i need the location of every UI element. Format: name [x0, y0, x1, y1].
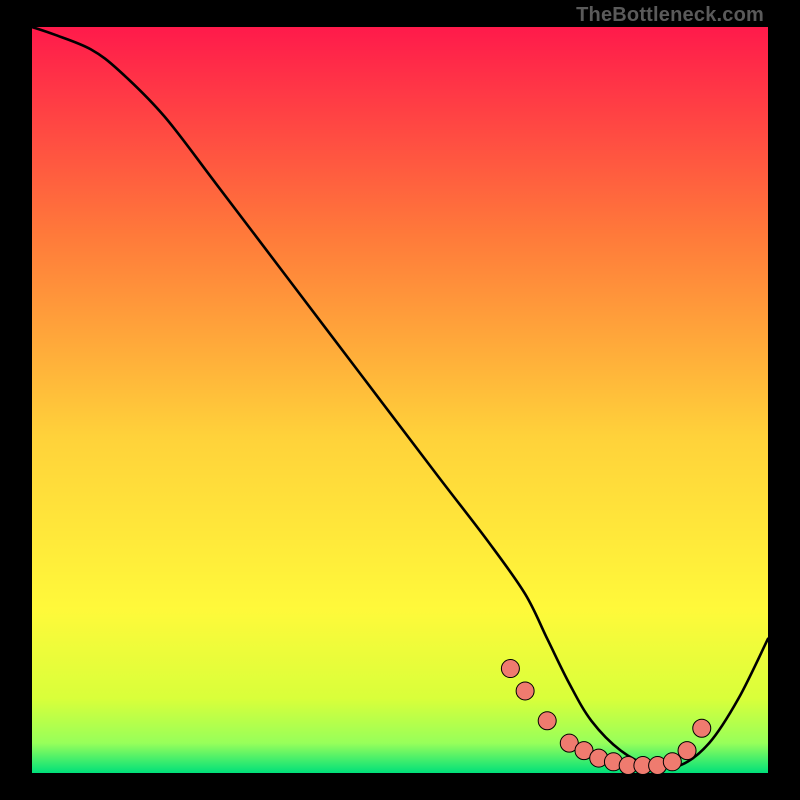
watermark-text: TheBottleneck.com: [576, 4, 764, 27]
marker-point: [693, 719, 711, 737]
plot-frame: [32, 27, 768, 773]
bottleneck-curve: [32, 27, 768, 768]
marker-point: [516, 682, 534, 700]
marker-point: [501, 660, 519, 678]
curve-markers: [501, 660, 710, 775]
marker-point: [678, 742, 696, 760]
chart-svg: [32, 27, 768, 773]
marker-point: [663, 753, 681, 771]
marker-point: [538, 712, 556, 730]
